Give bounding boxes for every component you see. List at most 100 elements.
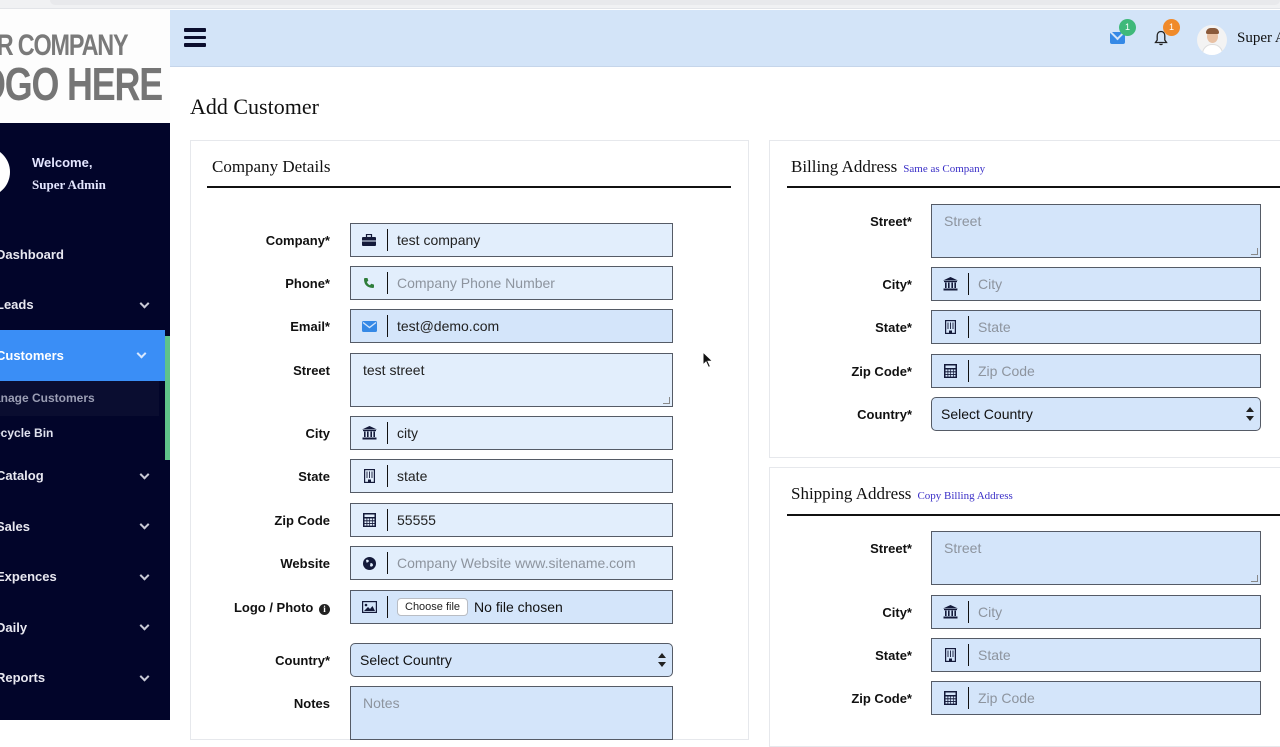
sidebar-item-label: Catalog bbox=[0, 468, 44, 484]
office-building-icon bbox=[932, 311, 968, 343]
logo-photo-field: Choose file No file chosen bbox=[350, 590, 673, 624]
sidebar-item-label: Leads bbox=[0, 297, 34, 313]
submenu-item-recycle-bin[interactable]: ecycle Bin bbox=[0, 416, 170, 451]
sidebar-item-daily[interactable]: Daily bbox=[0, 602, 170, 653]
resize-handle[interactable] bbox=[663, 397, 670, 404]
billing-zip-code-label: Zip Code* bbox=[851, 364, 912, 379]
bank-building-icon bbox=[351, 417, 387, 449]
mouse-cursor-icon bbox=[702, 351, 714, 369]
company-input[interactable] bbox=[388, 224, 672, 256]
sidebar-item-label: Expences bbox=[0, 569, 57, 585]
sidebar-item-label: Daily bbox=[0, 619, 28, 635]
shipping-city-field bbox=[931, 595, 1261, 629]
mail-count-badge: 1 bbox=[1119, 19, 1136, 36]
copy-billing-address-link[interactable]: Copy Billing Address bbox=[917, 490, 1012, 502]
chevron-down-icon bbox=[136, 348, 147, 359]
sidebar-item-dashboard[interactable]: Dashboard bbox=[0, 229, 170, 280]
email-input[interactable] bbox=[388, 310, 672, 342]
briefcase-icon bbox=[351, 224, 387, 256]
sidebar: UR COMPANY OGO HERE Welcome, Super Admin… bbox=[0, 9, 170, 720]
shipping-title-text: Shipping Address bbox=[791, 484, 912, 503]
billing-street-textarea[interactable] bbox=[932, 205, 1260, 257]
billing-country-select-value: Select Country bbox=[941, 406, 1033, 422]
billing-address-title: Billing Address Same as Company bbox=[791, 157, 985, 177]
billing-country-select[interactable]: Select Country bbox=[931, 397, 1261, 431]
shipping-city-label: City* bbox=[882, 605, 912, 620]
billing-state-label: State* bbox=[875, 320, 912, 335]
street-label: Street bbox=[293, 363, 330, 378]
billing-zip-code-input[interactable] bbox=[969, 355, 1260, 387]
billing-city-input[interactable] bbox=[969, 268, 1260, 300]
globe-icon bbox=[351, 547, 387, 579]
bank-building-icon bbox=[932, 596, 968, 628]
company-logo[interactable]: UR COMPANY OGO HERE bbox=[0, 9, 170, 123]
input-separator bbox=[387, 596, 388, 618]
country-label: Country* bbox=[275, 653, 330, 668]
shipping-street-field bbox=[931, 531, 1261, 585]
billing-city-label: City* bbox=[882, 277, 912, 292]
shipping-state-field bbox=[931, 638, 1261, 672]
address-bar-edge bbox=[50, 0, 1280, 5]
submenu-item-manage-customers[interactable]: anage Customers bbox=[0, 380, 159, 416]
phone-input[interactable] bbox=[388, 267, 672, 299]
sidebar-item-customers[interactable]: Customers bbox=[0, 330, 165, 381]
sidebar-item-leads[interactable]: Leads bbox=[0, 280, 170, 331]
top-header: 1 1 Super A bbox=[170, 10, 1280, 67]
billing-country-label: Country* bbox=[857, 407, 912, 422]
sidebar-item-expences[interactable]: Expences bbox=[0, 552, 170, 603]
file-status-text: No file chosen bbox=[474, 599, 563, 615]
page-title: Add Customer bbox=[190, 94, 319, 119]
city-field bbox=[350, 416, 673, 450]
submenu-item-label: ecycle Bin bbox=[0, 426, 54, 440]
same-as-company-link[interactable]: Same as Company bbox=[903, 163, 985, 175]
shipping-zip-code-input[interactable] bbox=[969, 682, 1260, 714]
shipping-city-input[interactable] bbox=[969, 596, 1260, 628]
sidebar-item-reports[interactable]: Reports bbox=[0, 653, 170, 704]
chevron-down-icon bbox=[139, 298, 150, 309]
shipping-state-input[interactable] bbox=[969, 639, 1260, 671]
sidebar-item-catalog[interactable]: Catalog bbox=[0, 451, 170, 502]
choose-file-button[interactable]: Choose file bbox=[397, 598, 469, 616]
chevron-down-icon bbox=[139, 469, 150, 480]
billing-zip-code-field bbox=[931, 354, 1261, 388]
shipping-street-label: Street* bbox=[870, 541, 912, 556]
browser-top-strip bbox=[0, 0, 1280, 9]
resize-handle[interactable] bbox=[1251, 248, 1258, 255]
billing-state-input[interactable] bbox=[969, 311, 1260, 343]
street-textarea[interactable]: test street bbox=[351, 354, 672, 406]
shipping-street-textarea[interactable] bbox=[932, 532, 1260, 584]
menu-toggle-icon[interactable] bbox=[184, 28, 206, 48]
notes-label: Notes bbox=[293, 696, 330, 711]
zip-code-label: Zip Code bbox=[274, 513, 330, 528]
email-field bbox=[350, 309, 673, 343]
bank-building-icon bbox=[932, 268, 968, 300]
select-arrows-icon bbox=[1246, 407, 1254, 421]
country-select-value: Select Country bbox=[360, 652, 452, 668]
city-input[interactable] bbox=[388, 417, 672, 449]
shipping-address-title: Shipping Address Copy Billing Address bbox=[791, 484, 1013, 504]
company-details-title: Company Details bbox=[212, 157, 331, 176]
zip-code-input[interactable] bbox=[388, 504, 672, 536]
shipping-zip-code-label: Zip Code* bbox=[851, 691, 912, 706]
chevron-down-icon bbox=[139, 671, 150, 682]
website-input[interactable] bbox=[388, 547, 672, 579]
section-divider bbox=[787, 186, 1280, 188]
notification-count-badge: 1 bbox=[1163, 19, 1180, 36]
submenu-item-label: anage Customers bbox=[0, 391, 95, 405]
billing-street-label: Street* bbox=[870, 214, 912, 229]
customers-submenu: anage Customers ecycle Bin bbox=[0, 335, 170, 460]
header-user-name[interactable]: Super A bbox=[1237, 30, 1280, 47]
header-user-avatar[interactable] bbox=[1197, 25, 1227, 55]
email-label: Email* bbox=[290, 319, 330, 334]
resize-handle[interactable] bbox=[1251, 575, 1258, 582]
notes-textarea[interactable] bbox=[351, 687, 672, 739]
chevron-down-icon bbox=[139, 620, 150, 631]
sidebar-nav: Dashboard Leads Customers anage Customer… bbox=[0, 229, 170, 703]
logo-photo-label: Logo / Photo i bbox=[230, 600, 330, 615]
active-indicator-bar bbox=[165, 335, 170, 460]
info-icon[interactable]: i bbox=[319, 604, 330, 615]
sidebar-item-sales[interactable]: Sales bbox=[0, 501, 170, 552]
state-input[interactable] bbox=[388, 460, 672, 492]
country-select[interactable]: Select Country bbox=[350, 643, 673, 677]
billing-state-field bbox=[931, 310, 1261, 344]
